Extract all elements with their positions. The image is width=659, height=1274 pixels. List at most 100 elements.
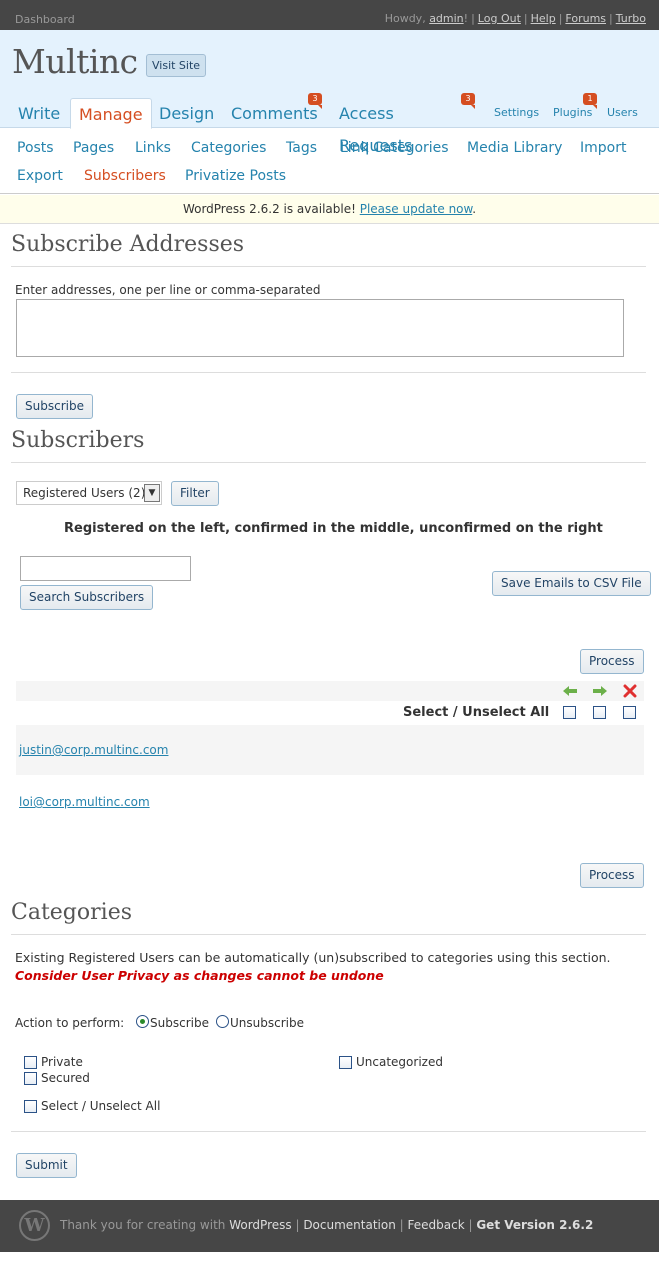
divider (11, 1131, 646, 1132)
arrow-left-icon (563, 686, 577, 696)
footer-thanks: Thank you for creating with (60, 1218, 230, 1232)
footer-text: Thank you for creating with WordPress | … (60, 1218, 593, 1232)
categories-description: Existing Registered Users can be automat… (15, 950, 611, 965)
divider: | (471, 12, 475, 25)
divider (11, 934, 646, 935)
category-uncategorized-label: Uncategorized (356, 1055, 443, 1069)
subscriber-table-header (16, 681, 644, 701)
comments-count-badge: 3 (308, 93, 322, 109)
filter-button[interactable]: Filter (171, 481, 219, 506)
footer-get-version-link[interactable]: Get Version 2.6.2 (476, 1218, 593, 1232)
update-now-link[interactable]: Please update now (360, 202, 473, 216)
subscribers-title: Subscribers (11, 428, 145, 453)
subscribe-addresses-title: Subscribe Addresses (11, 232, 245, 257)
update-notice-text: WordPress 2.6.2 is available! (182, 202, 360, 216)
chevron-down-icon[interactable]: ▼ (144, 484, 160, 502)
submenu: Posts Pages Links Categories Tags Link C… (0, 128, 659, 194)
subscribe-radio[interactable] (136, 1015, 149, 1028)
divider (11, 266, 646, 267)
admin-top-bar: Dashboard Howdy, admin! | Log Out | Help | For… (0, 0, 659, 30)
nav-access-requests[interactable]: Access Requests (331, 98, 420, 155)
divider: | (464, 1218, 477, 1232)
arrow-right-icon (593, 686, 607, 696)
divider: | (291, 1218, 304, 1232)
footer-feedback-link[interactable]: Feedback (408, 1218, 465, 1232)
howdy-text: Howdy, (384, 12, 430, 25)
dashboard-label: Dashboard (15, 13, 75, 26)
plugins-count-badge: 1 (583, 93, 597, 109)
submenu-import[interactable]: Import (580, 140, 626, 156)
submenu-posts[interactable]: Posts (17, 140, 54, 156)
category-secured-checkbox[interactable] (24, 1072, 37, 1085)
subscribe-radio-label: Subscribe (150, 1016, 209, 1030)
category-secured-label: Secured (41, 1071, 90, 1085)
submenu-link-categories[interactable]: Link Categories (340, 140, 449, 156)
category-uncategorized-checkbox[interactable] (339, 1056, 352, 1069)
blog-name[interactable]: Multinc (12, 42, 138, 81)
search-subscribers-input[interactable] (20, 556, 191, 581)
select-all-label: Select / Unselect All (403, 705, 550, 720)
help-link[interactable]: Help (531, 12, 556, 25)
admin-header: Multinc Visit Site Write Manage Design C… (0, 30, 659, 155)
submenu-subscribers[interactable]: Subscribers (84, 168, 166, 184)
categories-title: Categories (11, 900, 132, 925)
admin-footer: W Thank you for creating with WordPress … (0, 1200, 659, 1252)
x-icon (623, 684, 637, 698)
subscriber-email-link[interactable]: loi@corp.multinc.com (19, 795, 150, 809)
categories-select-all-label: Select / Unselect All (41, 1099, 161, 1113)
divider (11, 462, 646, 463)
search-subscribers-button[interactable]: Search Subscribers (20, 585, 154, 610)
nav-manage[interactable]: Manage (70, 98, 152, 129)
process-button-bottom[interactable]: Process (580, 863, 644, 888)
addresses-instructions: Enter addresses, one per line or comma-s… (15, 283, 321, 297)
subscribers-legend-text: Registered on the left, confirmed in the… (64, 521, 603, 536)
subscriber-email-link[interactable]: justin@corp.multinc.com (19, 743, 168, 757)
submenu-privatize-posts[interactable]: Privatize Posts (185, 168, 286, 184)
divider: | (558, 12, 563, 25)
divider (11, 372, 646, 373)
user-links: Howdy, admin! | Log Out | Help | Forums | Turbo (385, 12, 646, 25)
submenu-links[interactable]: Links (135, 140, 171, 156)
wordpress-logo-icon: W (19, 1210, 50, 1241)
select-all-confirmed-checkbox[interactable] (593, 706, 606, 719)
privacy-warning: Consider User Privacy as changes cannot … (15, 968, 384, 983)
select-all-unconfirmed-checkbox[interactable] (623, 706, 636, 719)
unsubscribe-radio[interactable] (216, 1015, 229, 1028)
addresses-textarea[interactable] (16, 299, 624, 357)
divider: | (523, 12, 528, 25)
category-private-label: Private (41, 1055, 83, 1069)
howdy-bang: ! (463, 12, 469, 25)
footer-wordpress-link[interactable]: WordPress (229, 1218, 291, 1232)
process-button-top[interactable]: Process (580, 649, 644, 674)
nav-write[interactable]: Write (10, 98, 68, 129)
submenu-tags[interactable]: Tags (286, 140, 317, 156)
turbo-link[interactable]: Turbo (616, 12, 646, 25)
unsubscribe-radio-label: Unsubscribe (230, 1016, 304, 1030)
nav-settings[interactable]: Settings (494, 106, 539, 119)
update-notice: WordPress 2.6.2 is available! Please upd… (0, 195, 659, 224)
nav-plugins[interactable]: Plugins (553, 106, 592, 119)
access-count-badge: 3 (461, 93, 475, 109)
logout-link[interactable]: Log Out (478, 12, 521, 25)
forums-link[interactable]: Forums (565, 12, 606, 25)
user-link[interactable]: admin (429, 12, 463, 25)
filter-selected-value: Registered Users (2) (23, 486, 146, 500)
submenu-categories[interactable]: Categories (191, 140, 266, 156)
divider: | (609, 12, 613, 25)
footer-documentation-link[interactable]: Documentation (303, 1218, 396, 1232)
submit-button[interactable]: Submit (16, 1153, 77, 1178)
select-all-registered-checkbox[interactable] (563, 706, 576, 719)
subscriber-filter-select[interactable]: Registered Users (2) ▼ (16, 481, 162, 505)
categories-select-all-checkbox[interactable] (24, 1100, 37, 1113)
divider: | (395, 1218, 408, 1232)
nav-design[interactable]: Design (151, 98, 222, 129)
nav-users[interactable]: Users (607, 106, 638, 119)
submenu-export[interactable]: Export (17, 168, 63, 184)
category-private-checkbox[interactable] (24, 1056, 37, 1069)
submenu-pages[interactable]: Pages (73, 140, 114, 156)
submenu-media-library[interactable]: Media Library (467, 140, 562, 156)
update-notice-end: . (472, 202, 477, 216)
visit-site-button[interactable]: Visit Site (146, 54, 207, 77)
subscribe-button[interactable]: Subscribe (16, 394, 93, 419)
save-csv-button[interactable]: Save Emails to CSV File (492, 571, 651, 596)
